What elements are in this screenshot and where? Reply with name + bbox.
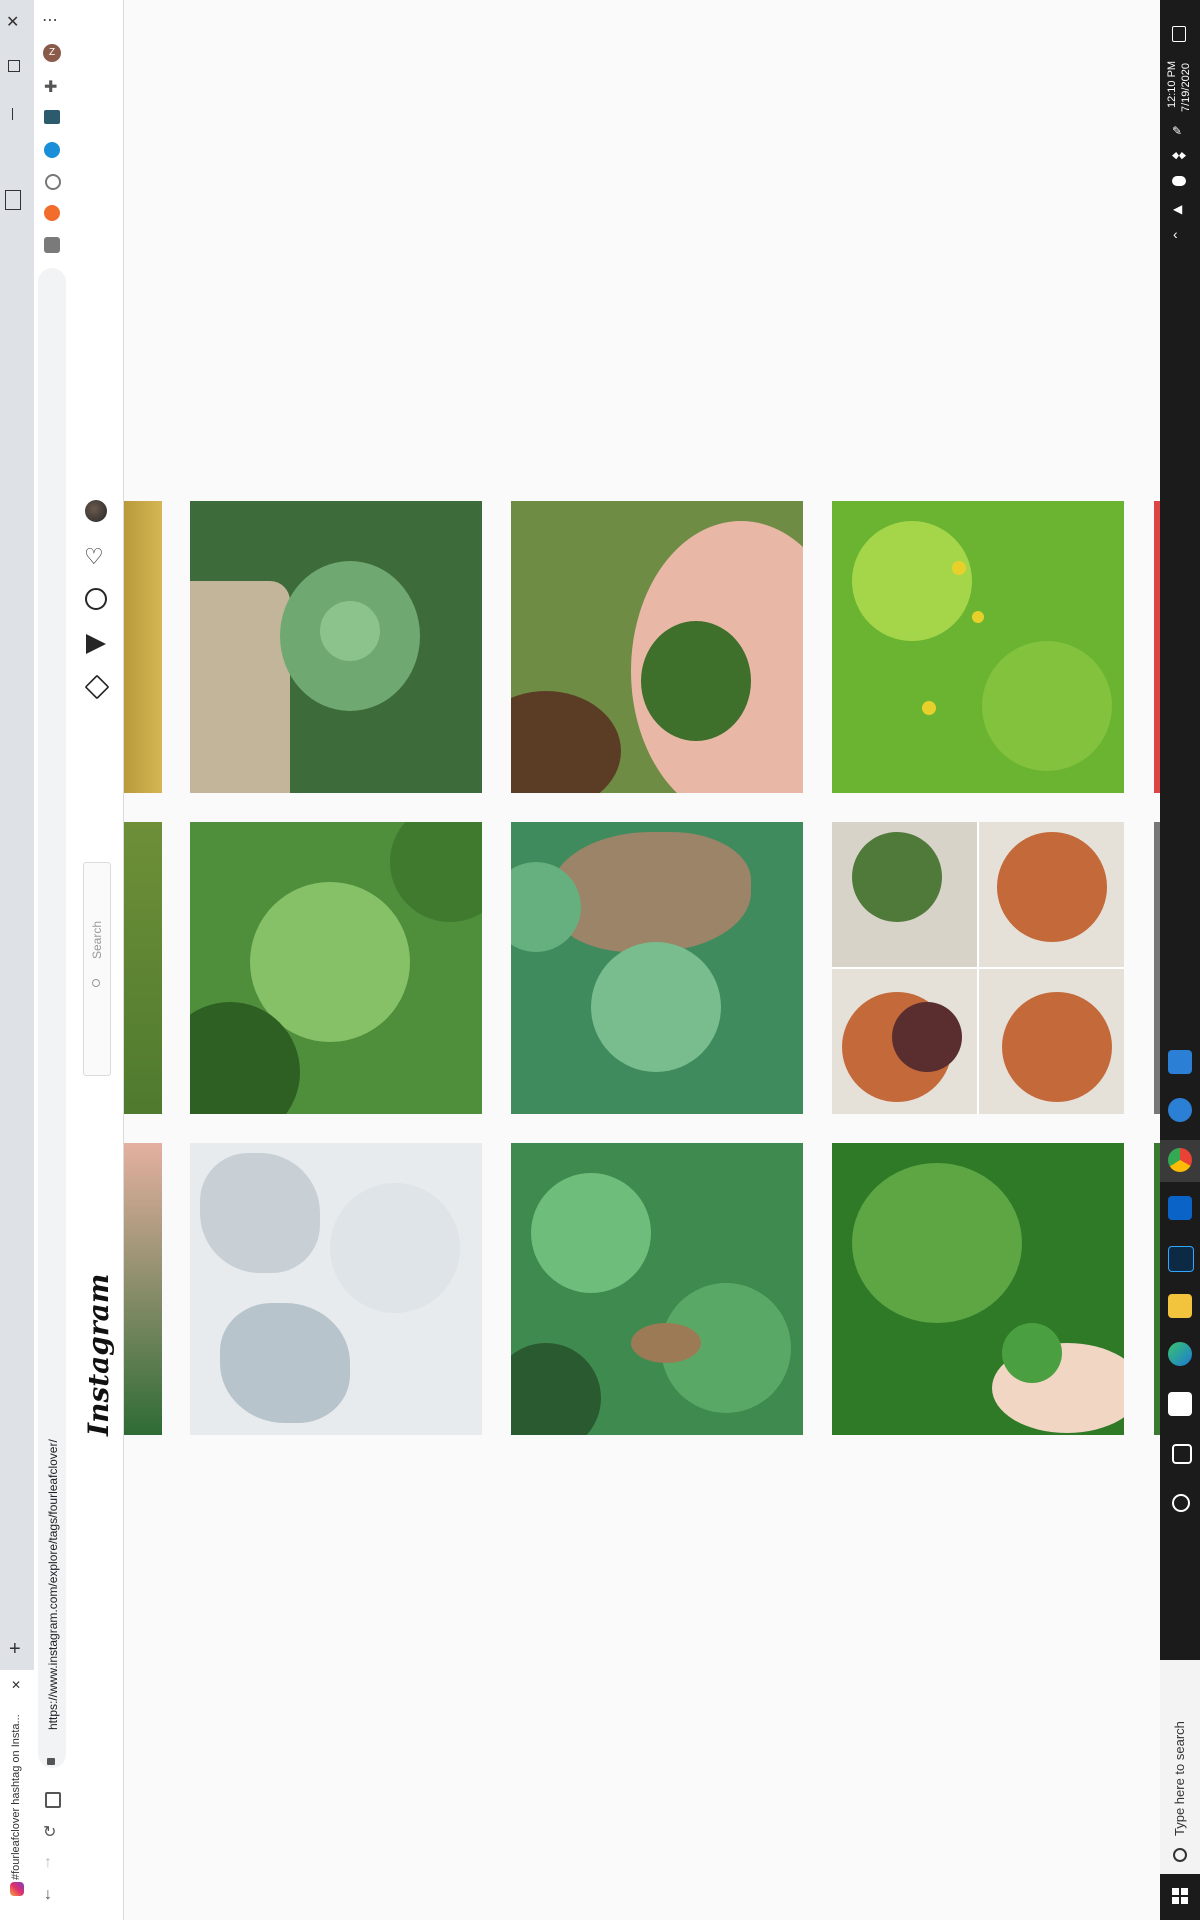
active-tab[interactable]: ✕ #fourleafclover hashtag on Insta...	[0, 1670, 34, 1920]
restore-window-icon[interactable]	[8, 60, 20, 72]
post-tile[interactable]	[832, 1143, 1124, 1435]
task-view-icon[interactable]	[1172, 1444, 1192, 1464]
explore-grid	[124, 0, 1160, 1920]
reload-icon[interactable]: ↻	[43, 1822, 56, 1842]
extension-chart-icon[interactable]	[44, 110, 60, 124]
lock-icon	[47, 1758, 55, 1765]
volume-icon[interactable]: ◀	[1173, 202, 1182, 216]
post-tile[interactable]	[511, 1143, 803, 1435]
taskbar-app-calendar-icon[interactable]	[1168, 1050, 1192, 1074]
post-tile[interactable]	[190, 501, 482, 793]
back-icon[interactable]: ↓	[44, 1886, 52, 1904]
post-tile[interactable]	[190, 1143, 482, 1435]
notification-icon[interactable]	[1172, 26, 1186, 42]
taskbar-outlook-icon[interactable]	[1168, 1196, 1192, 1220]
partial-tile-left-3[interactable]	[124, 1143, 162, 1435]
post-tile[interactable]	[832, 501, 1124, 793]
direct-icon[interactable]	[86, 634, 106, 654]
search-box[interactable]: Search	[83, 862, 111, 1076]
instagram-favicon	[10, 1882, 24, 1896]
activity-icon[interactable]: ♡	[84, 546, 104, 568]
post-tile[interactable]	[511, 822, 803, 1114]
tray-chevron-icon[interactable]: ‹	[1173, 226, 1178, 242]
explore-icon[interactable]	[85, 588, 107, 610]
browser-menu-icon[interactable]: ⋯	[42, 10, 58, 30]
tab-title: #fourleafclover hashtag on Insta...	[10, 1714, 22, 1880]
close-window-icon[interactable]: ✕	[6, 12, 19, 32]
dropbox-icon[interactable]	[1172, 152, 1186, 160]
onedrive-icon[interactable]	[1172, 176, 1186, 186]
address-url[interactable]: https://www.instagram.com/explore/tags/f…	[46, 1439, 60, 1730]
partial-tile-left-2[interactable]	[124, 822, 162, 1114]
post-tile[interactable]	[832, 822, 1124, 1114]
instagram-nav: Instagram Search ♡	[70, 0, 124, 1920]
search-icon	[92, 979, 100, 987]
extension-circle-icon[interactable]	[45, 174, 61, 190]
home-icon[interactable]	[84, 674, 110, 700]
taskbar-app-settings-icon[interactable]	[1168, 1098, 1192, 1122]
taskbar-photoshop-icon[interactable]	[1168, 1246, 1194, 1272]
extensions-icon[interactable]: ✚	[44, 77, 57, 97]
home-button-icon[interactable]	[45, 1792, 61, 1808]
taskbar-search-icon	[1173, 1848, 1187, 1862]
profile-avatar-button[interactable]: Z	[43, 44, 61, 62]
taskbar-store-icon[interactable]	[1168, 1392, 1192, 1416]
post-tile[interactable]	[511, 501, 803, 793]
taskbar-search-box[interactable]: Type here to search	[1160, 1660, 1200, 1874]
tab-actions-icon[interactable]	[5, 190, 21, 210]
profile-initial: Z	[48, 47, 56, 58]
cortana-icon[interactable]	[1172, 1494, 1190, 1512]
new-tab-button[interactable]: +	[9, 1638, 21, 1661]
pen-icon[interactable]: ✎	[1172, 124, 1186, 138]
partial-tile-left-1[interactable]	[124, 501, 162, 793]
tab-close-icon[interactable]: ✕	[11, 1678, 21, 1692]
profile-avatar[interactable]	[85, 500, 107, 522]
taskbar-edge-icon[interactable]	[1168, 1342, 1192, 1366]
extension-blue-icon[interactable]	[44, 142, 60, 158]
search-placeholder: Search	[90, 920, 104, 959]
post-tile[interactable]	[190, 822, 482, 1114]
taskbar-chrome-icon[interactable]	[1168, 1148, 1192, 1172]
extension-orange-icon[interactable]	[44, 205, 60, 221]
windows-taskbar: 12:10 PM 7/19/2020 ✎ ◀ ‹ Type here to se…	[1160, 0, 1200, 1920]
browser-tab-strip: ✕ +	[0, 0, 34, 1920]
windows-start-icon[interactable]	[1172, 1888, 1188, 1904]
extension-gray-icon[interactable]	[44, 237, 60, 253]
clock-time[interactable]: 12:10 PM	[1166, 61, 1178, 108]
taskbar-search-placeholder: Type here to search	[1172, 1721, 1187, 1836]
instagram-logo[interactable]: Instagram	[82, 1274, 115, 1436]
clock-date[interactable]: 7/19/2020	[1180, 63, 1192, 112]
browser-toolbar: ⋯ Z ✚ https://www.instagram.com/explore/…	[34, 0, 71, 1920]
taskbar-file-explorer-icon[interactable]	[1168, 1294, 1192, 1318]
minimize-window-icon[interactable]	[12, 108, 13, 120]
forward-icon[interactable]: ↑	[44, 1854, 52, 1872]
